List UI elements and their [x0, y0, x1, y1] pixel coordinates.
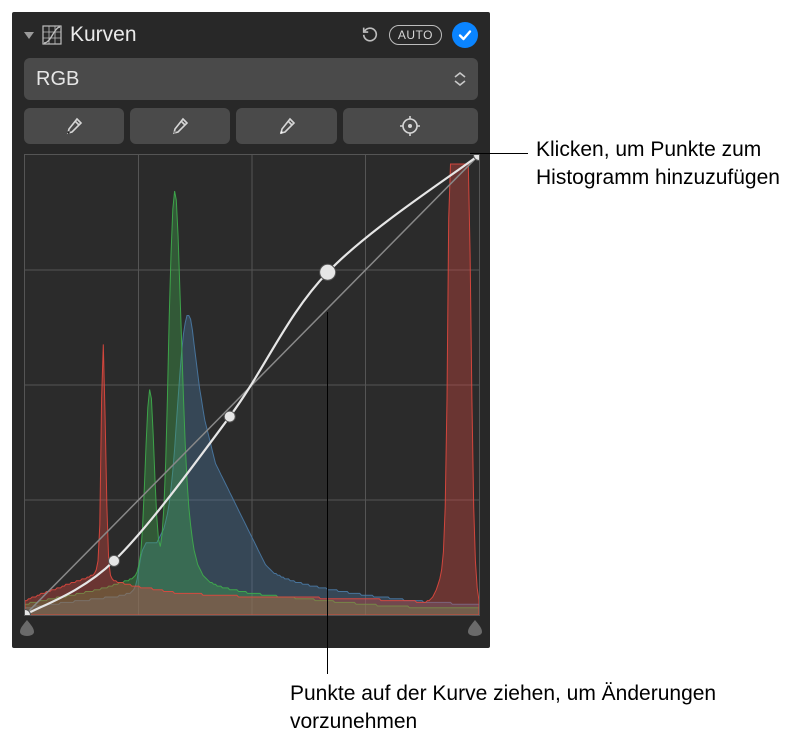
black-white-point-slider[interactable] [24, 618, 478, 638]
curves-chart-container [24, 154, 478, 638]
eyedropper-icon [277, 116, 297, 136]
panel-header: Kurven AUTO [24, 18, 478, 52]
curves-panel: Kurven AUTO RGB [12, 12, 490, 648]
reset-icon[interactable] [361, 24, 379, 47]
black-point-eyedropper-button[interactable] [24, 108, 124, 144]
eyedropper-toolbar [24, 108, 478, 144]
curves-chart[interactable] [24, 154, 480, 616]
curves-icon [42, 25, 62, 45]
panel-title: Kurven [70, 23, 353, 47]
leader-line [327, 312, 328, 674]
channel-select[interactable]: RGB [24, 58, 478, 100]
white-point-eyedropper-button[interactable] [236, 108, 336, 144]
white-point-handle[interactable] [468, 620, 482, 636]
stepper-icon [454, 72, 466, 86]
add-point-button[interactable] [343, 108, 478, 144]
eyedropper-icon [170, 116, 190, 136]
callout-add-point: Klicken, um Punkte zum Histogramm hinzuz… [536, 136, 786, 193]
disclosure-triangle-icon[interactable] [24, 32, 34, 39]
channel-select-value: RGB [36, 68, 454, 91]
enabled-checkmark[interactable] [452, 22, 478, 48]
auto-button[interactable]: AUTO [389, 25, 442, 45]
black-point-handle[interactable] [20, 620, 34, 636]
leader-line [470, 153, 528, 154]
callout-drag-point: Punkte auf der Kurve ziehen, um Änderung… [290, 680, 790, 737]
add-point-icon [399, 115, 421, 137]
gray-point-eyedropper-button[interactable] [130, 108, 230, 144]
eyedropper-icon [64, 116, 84, 136]
